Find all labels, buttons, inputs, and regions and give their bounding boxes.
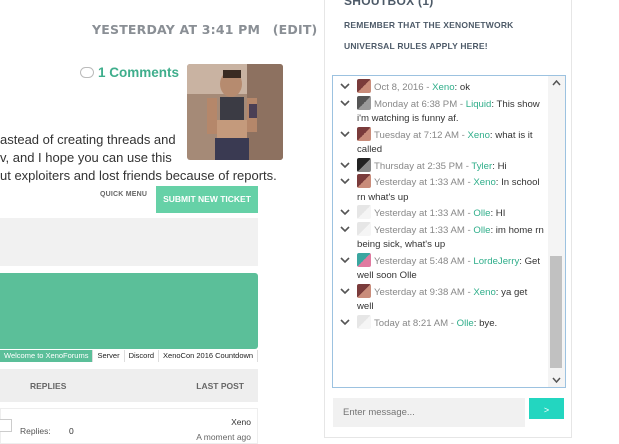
message-user[interactable]: Xeno xyxy=(432,82,454,93)
shoutbox-messages[interactable]: Oct 8, 2016 - Xeno: ok Monday at 6:38 PM … xyxy=(332,75,566,388)
row-checkbox[interactable] xyxy=(0,419,12,432)
message-input[interactable] xyxy=(333,398,525,427)
avatar[interactable] xyxy=(357,174,371,188)
list-item: Yesterday at 1:33 AM - Xeno: In school r… xyxy=(333,174,549,205)
post-line: ut exploiters and lost friends because o… xyxy=(0,168,277,183)
message-text: ok xyxy=(459,82,471,93)
avatar[interactable] xyxy=(357,157,371,172)
message-time[interactable]: Thursday at 2:35 PM xyxy=(374,161,463,172)
comment-bubble-icon xyxy=(80,67,94,78)
chevron-down-icon[interactable] xyxy=(340,223,350,235)
submit-ticket-button[interactable]: SUBMIT NEW TICKET xyxy=(156,186,258,213)
list-item: Yesterday at 5:48 AM - LordeJerry: Get w… xyxy=(333,252,549,284)
avatar[interactable] xyxy=(357,126,371,141)
last-post-column-header[interactable]: LAST POST xyxy=(196,381,244,391)
message-user[interactable]: Olle xyxy=(457,318,474,329)
scrollbar[interactable] xyxy=(548,76,565,387)
message-time[interactable]: Yesterday at 1:33 AM xyxy=(374,208,465,219)
tab-welcome[interactable]: Welcome to XenoForums xyxy=(0,350,94,362)
thread-table-header: REPLIES LAST POST xyxy=(0,369,258,402)
message-time[interactable]: Today at 8:21 AM xyxy=(374,318,448,329)
avatar[interactable] xyxy=(357,314,371,329)
list-item: Monday at 6:38 PM - Liquid: This show i'… xyxy=(333,95,549,127)
avatar[interactable] xyxy=(357,221,371,236)
message-user[interactable]: Xeno xyxy=(468,130,490,141)
tab-xenocon[interactable]: XenoCon 2016 Countdown xyxy=(159,350,259,362)
list-item: Today at 8:21 AM - Olle: bye. xyxy=(333,314,549,332)
post-timestamp: YESTERDAY AT 3:41 PM (EDIT) xyxy=(92,22,317,37)
message-user[interactable]: Tyler xyxy=(471,161,492,172)
message-user[interactable]: Olle xyxy=(473,208,490,219)
replies-column-header[interactable]: REPLIES xyxy=(30,381,66,391)
chevron-down-icon[interactable] xyxy=(340,316,350,328)
chevron-down-icon[interactable] xyxy=(340,254,350,266)
message-time[interactable]: Yesterday at 5:48 AM xyxy=(374,256,465,267)
avatar[interactable] xyxy=(357,79,371,93)
chevron-down-icon[interactable] xyxy=(340,285,350,297)
tab-server[interactable]: Server xyxy=(93,350,125,362)
shoutbox-title: SHOUTBOX (1) xyxy=(344,0,434,8)
chevron-down-icon[interactable] xyxy=(340,128,350,140)
chevron-down-icon[interactable] xyxy=(340,97,350,109)
post-body: astead of creating threads and v, and I … xyxy=(0,131,280,185)
scroll-down-icon[interactable] xyxy=(552,377,561,383)
message-time[interactable]: Monday at 6:38 PM xyxy=(374,99,457,110)
last-poster-link[interactable]: Xeno xyxy=(231,417,251,427)
message-user[interactable]: Olle xyxy=(473,225,490,236)
edit-link[interactable]: (EDIT) xyxy=(273,22,318,37)
message-text: bye. xyxy=(479,317,498,329)
list-item: Oct 8, 2016 - Xeno: ok xyxy=(333,79,549,96)
replies-label: Replies: xyxy=(20,426,51,436)
avatar[interactable] xyxy=(357,95,371,110)
message-time[interactable]: Yesterday at 1:33 AM xyxy=(374,225,465,236)
table-row[interactable]: Replies: 0 Xeno A moment ago xyxy=(0,408,258,444)
avatar[interactable] xyxy=(357,252,371,267)
list-item: Yesterday at 9:38 AM - Xeno: ya get well xyxy=(333,283,549,315)
replies-value: 0 xyxy=(69,426,74,436)
banner-tabs: Welcome to XenoForums Server Discord Xen… xyxy=(0,350,259,362)
chevron-down-icon[interactable] xyxy=(340,175,350,187)
message-user[interactable]: Xeno xyxy=(473,177,495,188)
scrollbar-thumb[interactable] xyxy=(550,256,562,368)
scroll-up-icon[interactable] xyxy=(552,80,561,86)
message-user[interactable]: LordeJerry xyxy=(473,256,519,267)
message-time[interactable]: Yesterday at 9:38 AM xyxy=(374,287,465,298)
post-line: v, and I hope you can use this xyxy=(0,150,172,165)
message-text: HI xyxy=(495,208,506,219)
quick-menu-link[interactable]: QUICK MENU xyxy=(100,191,147,198)
post-time: YESTERDAY AT 3:41 PM xyxy=(92,22,261,37)
message-time[interactable]: Yesterday at 1:33 AM xyxy=(374,177,465,188)
chevron-down-icon[interactable] xyxy=(340,159,350,171)
content-panel xyxy=(0,218,258,266)
list-item: Tuesday at 7:12 AM - Xeno: what is it ca… xyxy=(333,126,549,158)
last-post-time[interactable]: A moment ago xyxy=(196,432,251,442)
chevron-down-icon[interactable] xyxy=(340,206,350,218)
avatar[interactable] xyxy=(357,283,371,298)
list-item: Thursday at 2:35 PM - Tyler: Hi xyxy=(333,157,549,175)
message-time[interactable]: Oct 8, 2016 xyxy=(374,82,424,93)
send-button[interactable]: > xyxy=(529,398,564,419)
slider-banner xyxy=(0,273,258,349)
message-user[interactable]: Liquid xyxy=(466,99,492,110)
list-item: Yesterday at 1:33 AM - Olle: HI xyxy=(333,205,549,222)
comments-count: 1 Comments xyxy=(98,65,180,80)
avatar[interactable] xyxy=(357,205,371,219)
message-user[interactable]: Xeno xyxy=(473,287,495,298)
post-line: astead of creating threads and xyxy=(0,132,176,147)
list-item: Yesterday at 1:33 AM - Olle: im home rn … xyxy=(333,221,549,253)
shoutbox-notice: REMEMBER THAT THE XENONETWORK UNIVERSAL … xyxy=(344,20,514,51)
comments-link[interactable]: 1 Comments xyxy=(80,65,179,80)
message-time[interactable]: Tuesday at 7:12 AM xyxy=(374,130,459,141)
tab-discord[interactable]: Discord xyxy=(124,350,160,362)
message-text: Hi xyxy=(497,160,507,172)
chevron-down-icon[interactable] xyxy=(340,80,350,92)
message-list: Oct 8, 2016 - Xeno: ok Monday at 6:38 PM … xyxy=(333,79,549,331)
